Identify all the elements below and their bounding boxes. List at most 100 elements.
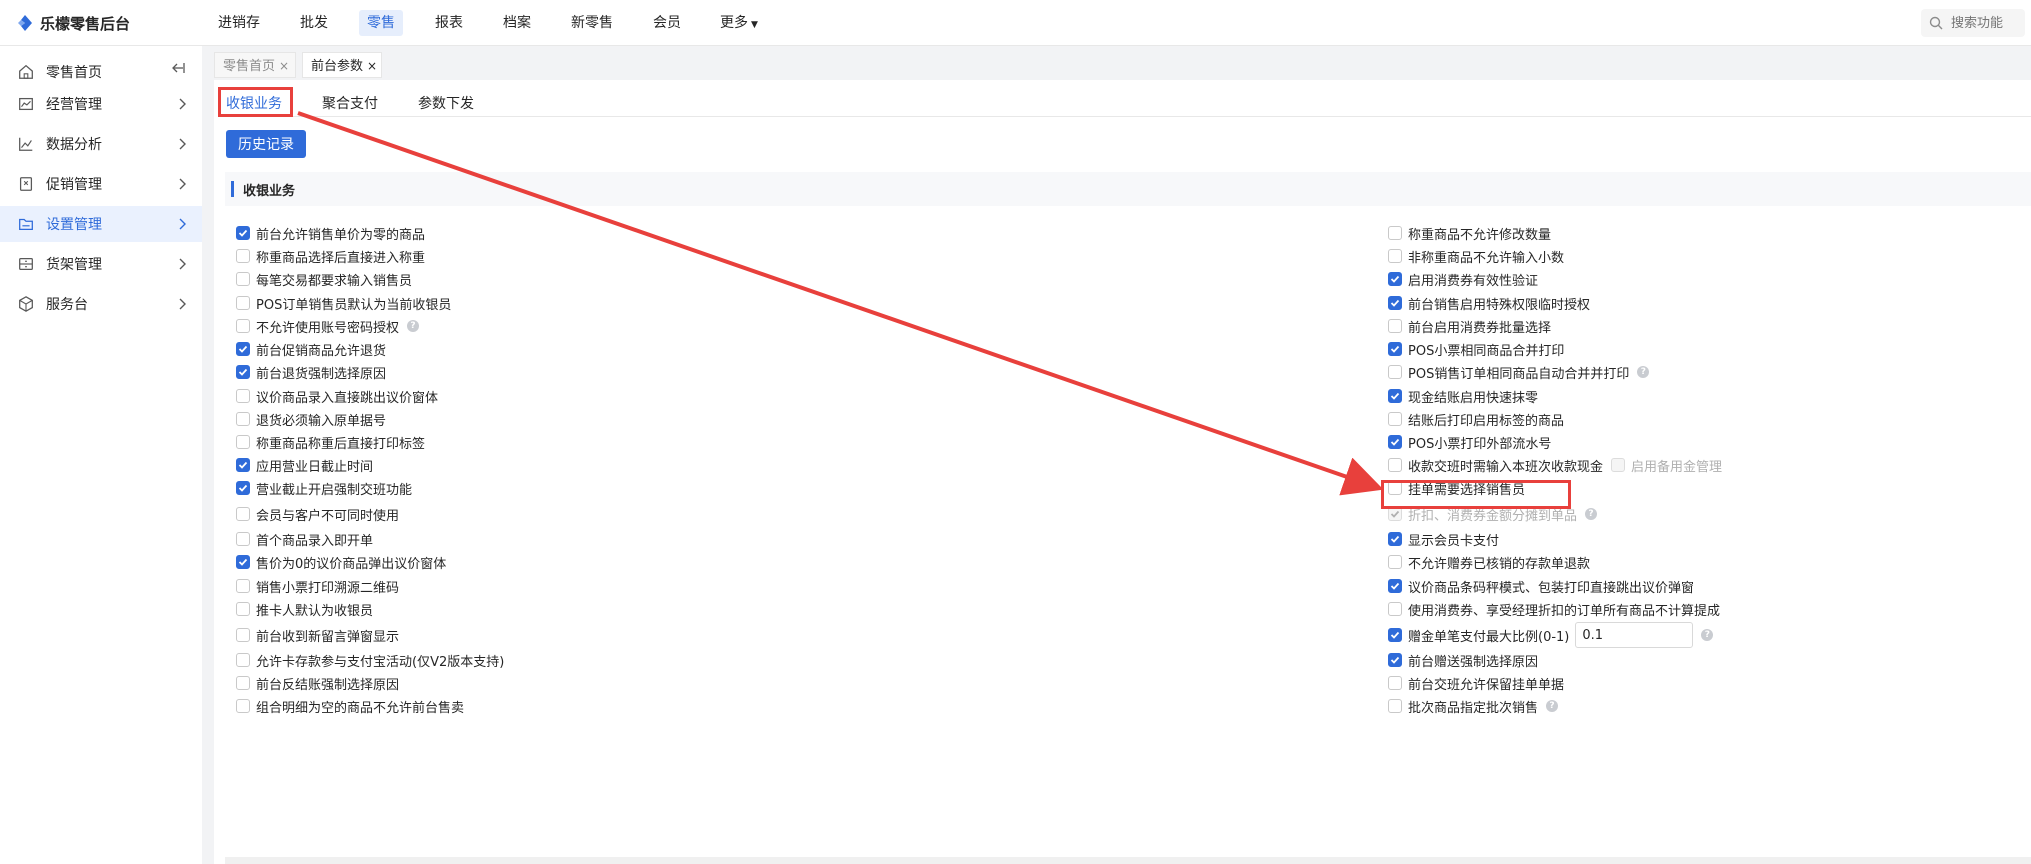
- checkbox[interactable]: [236, 319, 250, 333]
- option-row[interactable]: 显示会员卡支付: [1388, 529, 1499, 549]
- option-row[interactable]: 前台交班允许保留挂单单据: [1388, 673, 1564, 693]
- sidebar-item-promotions[interactable]: 促销管理: [0, 166, 202, 202]
- option-row[interactable]: 组合明细为空的商品不允许前台售卖: [236, 696, 464, 716]
- checkbox[interactable]: [236, 628, 250, 642]
- checkbox[interactable]: [1388, 555, 1402, 569]
- checkbox[interactable]: [1388, 342, 1402, 356]
- option-row[interactable]: 允许卡存款参与支付宝活动(仅V2版本支持): [236, 650, 504, 670]
- nav-more[interactable]: 更多 ▼: [712, 10, 766, 36]
- close-icon[interactable]: ×: [367, 59, 377, 73]
- option-row[interactable]: 销售小票打印溯源二维码: [236, 576, 399, 596]
- checkbox[interactable]: [236, 435, 250, 449]
- checkbox[interactable]: [236, 389, 250, 403]
- nav-dangan[interactable]: 档案: [495, 10, 539, 36]
- sidebar-item-settings[interactable]: 设置管理: [0, 206, 202, 242]
- option-row[interactable]: POS小票打印外部流水号: [1388, 432, 1551, 452]
- checkbox[interactable]: [1388, 319, 1402, 333]
- history-button[interactable]: 历史记录: [226, 130, 306, 158]
- checkbox[interactable]: [1388, 458, 1402, 472]
- nav-lingshou[interactable]: 零售: [359, 10, 403, 36]
- subtab-aggregate-pay[interactable]: 聚合支付: [322, 93, 378, 115]
- checkbox[interactable]: [236, 653, 250, 667]
- option-row[interactable]: 前台启用消费券批量选择: [1388, 316, 1551, 336]
- checkbox[interactable]: [236, 579, 250, 593]
- option-row[interactable]: POS小票相同商品合并打印: [1388, 339, 1564, 359]
- horizontal-scrollbar[interactable]: [225, 857, 2031, 864]
- sidebar-item-home[interactable]: 零售首页: [0, 54, 202, 90]
- nav-huiyuan[interactable]: 会员: [645, 10, 689, 36]
- option-row[interactable]: 赠金单笔支付最大比例(0-1)?: [1388, 622, 1714, 648]
- option-row[interactable]: POS销售订单相同商品自动合并并打印?: [1388, 362, 1650, 382]
- ratio-input[interactable]: [1575, 622, 1694, 648]
- option-row[interactable]: 首个商品录入即开单: [236, 529, 373, 549]
- checkbox[interactable]: [1388, 272, 1402, 286]
- option-row[interactable]: 前台反结账强制选择原因: [236, 673, 399, 693]
- checkbox[interactable]: [1388, 226, 1402, 240]
- option-row[interactable]: 称重商品选择后直接进入称重: [236, 246, 425, 266]
- option-row[interactable]: 应用营业日截止时间: [236, 455, 373, 475]
- close-icon[interactable]: ×: [279, 59, 289, 73]
- checkbox[interactable]: [1388, 365, 1402, 379]
- search-input[interactable]: [1949, 14, 2023, 32]
- nav-baobiao[interactable]: 报表: [427, 10, 471, 36]
- checkbox[interactable]: [1388, 602, 1402, 616]
- option-row[interactable]: 不允许使用账号密码授权?: [236, 316, 420, 336]
- option-row[interactable]: 前台赠送强制选择原因: [1388, 650, 1538, 670]
- nav-pifa[interactable]: 批发: [292, 10, 336, 36]
- option-row[interactable]: 不允许赠券已核销的存款单退款: [1388, 552, 1590, 572]
- checkbox[interactable]: [1388, 699, 1402, 713]
- option-row[interactable]: 议价商品条码秤模式、包装打印直接跳出议价弹窗: [1388, 576, 1694, 596]
- option-row[interactable]: 称重商品称重后直接打印标签: [236, 432, 425, 452]
- checkbox[interactable]: [1388, 249, 1402, 263]
- option-row[interactable]: 前台允许销售单价为零的商品: [236, 223, 425, 243]
- nav-jinxiaocun[interactable]: 进销存: [210, 10, 268, 36]
- option-row[interactable]: 称重商品不允许修改数量: [1388, 223, 1551, 243]
- help-icon[interactable]: ?: [1585, 508, 1598, 520]
- help-icon[interactable]: ?: [1546, 700, 1559, 712]
- option-row[interactable]: 前台促销商品允许退货: [236, 339, 386, 359]
- option-row[interactable]: 前台销售启用特殊权限临时授权: [1388, 293, 1590, 313]
- checkbox[interactable]: [1388, 579, 1402, 593]
- sidebar-item-operations[interactable]: 经营管理: [0, 86, 202, 122]
- checkbox[interactable]: [236, 296, 250, 310]
- checkbox[interactable]: [1388, 628, 1402, 642]
- option-row[interactable]: 营业截止开启强制交班功能: [236, 478, 412, 498]
- option-row[interactable]: POS订单销售员默认为当前收银员: [236, 293, 451, 313]
- checkbox[interactable]: [1388, 653, 1402, 667]
- tab-retail-home[interactable]: 零售首页 ×: [214, 52, 296, 78]
- sidebar-item-analytics[interactable]: 数据分析: [0, 126, 202, 162]
- help-icon[interactable]: ?: [1637, 366, 1650, 378]
- option-row[interactable]: 批次商品指定批次销售?: [1388, 696, 1559, 716]
- option-row[interactable]: 非称重商品不允许输入小数: [1388, 246, 1564, 266]
- checkbox[interactable]: [1388, 435, 1402, 449]
- option-row[interactable]: 议价商品录入直接跳出议价窗体: [236, 386, 438, 406]
- checkbox[interactable]: [1388, 296, 1402, 310]
- subtab-param-dispatch[interactable]: 参数下发: [418, 93, 474, 115]
- checkbox[interactable]: [236, 365, 250, 379]
- checkbox[interactable]: [236, 272, 250, 286]
- checkbox[interactable]: [236, 699, 250, 713]
- checkbox[interactable]: [236, 458, 250, 472]
- search-box[interactable]: [1921, 9, 2025, 37]
- checkbox[interactable]: [236, 507, 250, 521]
- checkbox[interactable]: [236, 249, 250, 263]
- checkbox[interactable]: [236, 676, 250, 690]
- option-row[interactable]: 推卡人默认为收银员: [236, 599, 373, 619]
- help-icon[interactable]: ?: [1701, 629, 1714, 641]
- nav-xinlingshou[interactable]: 新零售: [563, 10, 621, 36]
- option-row[interactable]: 启用消费券有效性验证: [1388, 269, 1538, 289]
- checkbox[interactable]: [1388, 532, 1402, 546]
- checkbox[interactable]: [236, 226, 250, 240]
- checkbox[interactable]: [236, 412, 250, 426]
- sidebar-item-shelves[interactable]: 货架管理: [0, 246, 202, 282]
- sidebar-item-service-desk[interactable]: 服务台: [0, 286, 202, 322]
- checkbox[interactable]: [1388, 389, 1402, 403]
- option-row[interactable]: 会员与客户不可同时使用: [236, 504, 399, 524]
- checkbox[interactable]: [236, 532, 250, 546]
- tab-frontend-params[interactable]: 前台参数 ×: [302, 52, 382, 78]
- checkbox[interactable]: [236, 555, 250, 569]
- checkbox[interactable]: [236, 481, 250, 495]
- option-row[interactable]: 前台收到新留言弹窗显示: [236, 625, 399, 645]
- option-row[interactable]: 前台退货强制选择原因: [236, 362, 386, 382]
- checkbox[interactable]: [236, 342, 250, 356]
